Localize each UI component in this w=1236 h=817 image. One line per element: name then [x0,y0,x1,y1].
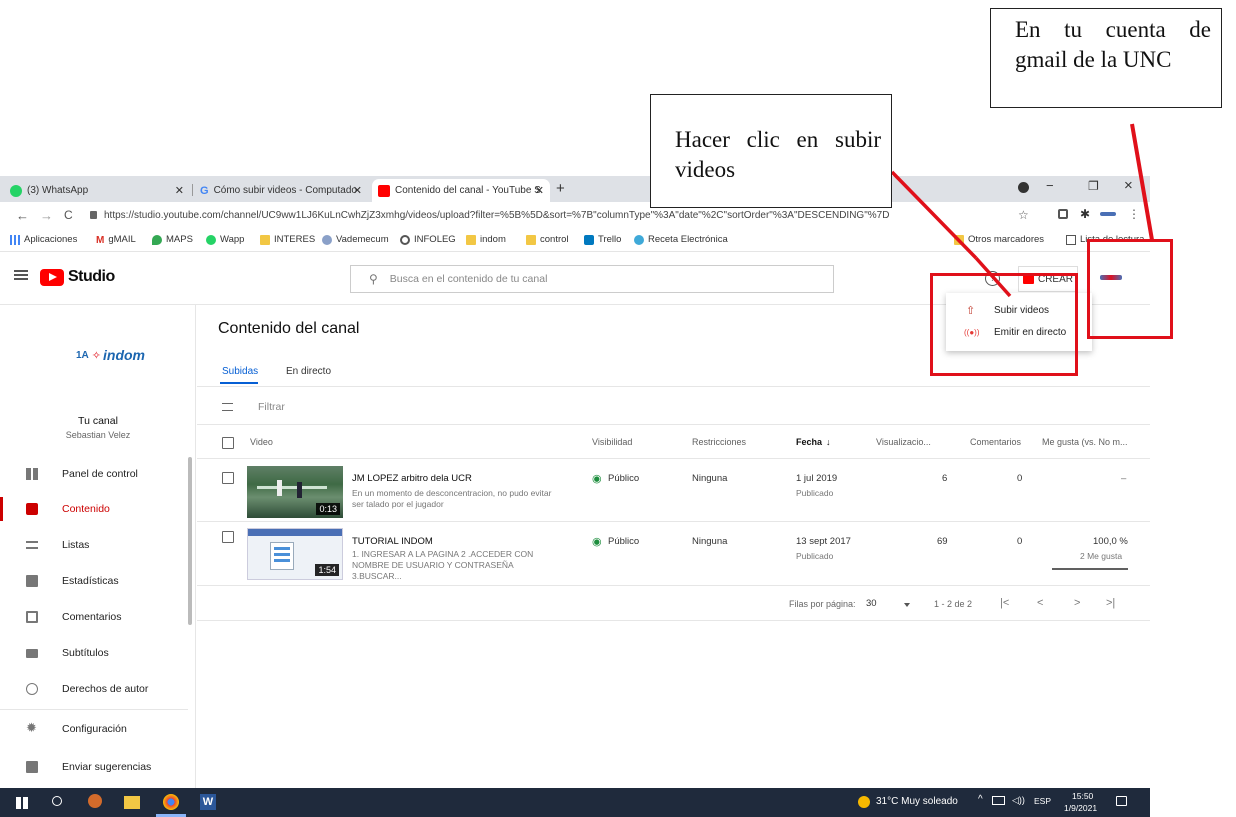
arrow-to-upload-tip [974,256,1012,298]
upload-callout: Hacer clic en subir videos [650,94,892,208]
upload-callout-text: Hacer clic en subir videos [675,127,881,182]
arrow-to-upload [890,170,978,260]
arrow-to-account [1130,123,1154,241]
annotation-arrows [890,123,1154,298]
screenshot-stage: En tu cuenta de gmail de la UNC Hacer cl… [0,0,1236,817]
